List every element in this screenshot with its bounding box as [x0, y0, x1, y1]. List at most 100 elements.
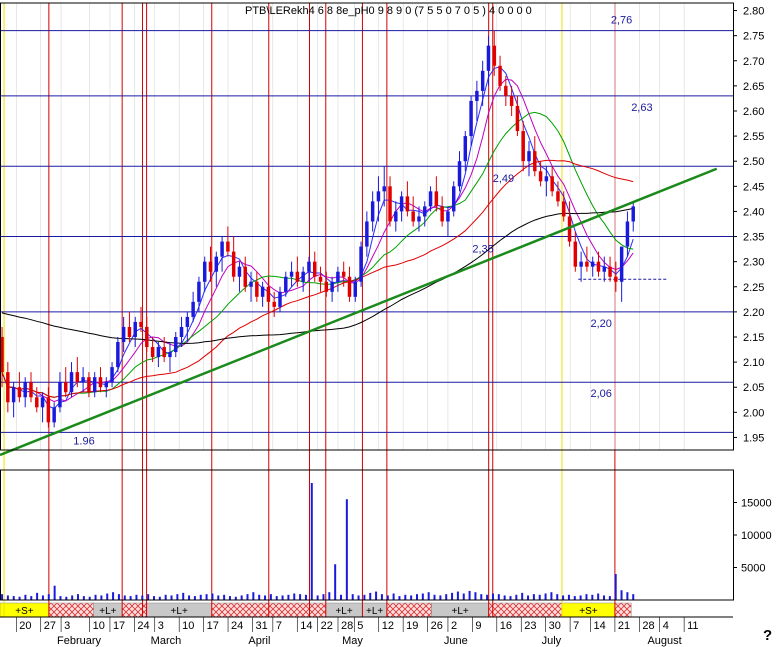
x-tick-label: 26 [431, 620, 443, 632]
price-tick-label: 2.65 [743, 81, 764, 93]
candle-body [6, 372, 10, 403]
month-label: July [542, 635, 562, 647]
candle-body [556, 191, 560, 202]
candle-body [504, 85, 508, 96]
candle-body [127, 326, 132, 337]
candle-body [492, 45, 496, 66]
signal-band [48, 602, 94, 618]
candle-body [330, 281, 334, 292]
trendline-level-label: 1.96 [73, 435, 94, 447]
candle-body [249, 281, 253, 287]
candle-body [602, 266, 607, 272]
month-label: August [647, 635, 681, 647]
candle-body [214, 256, 219, 272]
candle-body [17, 387, 22, 398]
candle-body [162, 347, 166, 358]
candle-body [399, 196, 404, 212]
candle-body [469, 100, 473, 137]
signal-band-label: +S+ [15, 606, 34, 617]
candle-body [272, 301, 276, 307]
candle-body [150, 347, 155, 358]
signal-band-label: +S+ [579, 606, 598, 617]
x-tick-label: 4 [663, 620, 669, 632]
help-question-mark[interactable]: ? [763, 627, 772, 644]
candle-body [87, 377, 91, 393]
x-tick-label: 24 [137, 620, 149, 632]
axes: 2.80 2.75 2.70 2.65 2.60 2.55 2.50 2.45 2.40 2.35… [0, 2, 772, 647]
candle-body [394, 211, 398, 222]
signal-band-label: +L+ [171, 606, 188, 617]
candle-body [121, 326, 126, 343]
candle-body [475, 90, 479, 101]
x-tick-label: 7 [573, 620, 579, 632]
volume-tick-label: 15000 [741, 498, 772, 510]
candle-body [266, 286, 271, 302]
x-tick-label: 30 [549, 620, 561, 632]
candle-body [174, 336, 178, 353]
signal-band-label: +L+ [452, 606, 469, 617]
price-tick-label: 1.95 [743, 432, 764, 444]
x-tick-label: 2 [451, 620, 457, 632]
candle-body [23, 382, 27, 398]
candle-body [515, 105, 520, 132]
candle-body [417, 216, 421, 222]
x-tick-label: 12 [382, 620, 394, 632]
candle-body [498, 65, 502, 86]
price-tick-label: 2.00 [743, 407, 764, 419]
candle-body [289, 271, 294, 277]
candle-body [405, 196, 410, 212]
x-tick-label: 27 [44, 620, 56, 632]
candle-body [440, 206, 444, 222]
x-tick-label: 28 [642, 620, 654, 632]
candle-body [480, 70, 485, 91]
candle-body [278, 291, 282, 307]
candle-body [562, 201, 566, 217]
candle-body [75, 372, 80, 383]
signal-band-label: +L+ [99, 606, 116, 617]
level-label: 2,35 [472, 244, 493, 256]
level-label: 2,49 [493, 173, 514, 185]
x-tick-label: 19 [406, 620, 418, 632]
level-label: 2,20 [590, 318, 611, 330]
candle-body [376, 191, 381, 202]
candle-body [446, 211, 450, 222]
candle-body [538, 171, 543, 182]
x-tick-label: 23 [524, 620, 536, 632]
candle-body [156, 347, 161, 358]
candle-body [295, 271, 300, 282]
price-tick-label: 2.25 [743, 282, 764, 294]
x-tick-label: 20 [19, 620, 31, 632]
candle-body [40, 397, 45, 408]
vertical-marker-lines [3, 3, 685, 617]
candle-body [197, 281, 201, 302]
candle-body [457, 161, 462, 187]
price-tick-label: 2.55 [743, 131, 764, 143]
price-tick-label: 2.80 [743, 6, 764, 18]
x-tick-label: 31 [255, 620, 267, 632]
month-label: February [57, 635, 102, 647]
x-tick-label: 28 [341, 620, 353, 632]
x-tick-label: 10 [93, 620, 105, 632]
signal-band-label: +L+ [335, 606, 352, 617]
candle-body [133, 321, 137, 337]
candle-body [388, 186, 392, 222]
candle-body [631, 206, 635, 222]
candle-body [110, 367, 114, 383]
level-label: 2,76 [611, 15, 632, 27]
x-tick-label: 7 [276, 620, 282, 632]
candle-body [521, 131, 525, 162]
candle-body [324, 281, 329, 292]
candle-body [98, 377, 103, 388]
month-label: June [444, 635, 468, 647]
candle-body [58, 382, 62, 408]
x-tick-label: 24 [231, 620, 243, 632]
candle-body [614, 276, 618, 282]
candle-body [318, 276, 323, 282]
candle-body [347, 276, 352, 297]
chart-title: PTB\LERekh4 6 8 8e_pH0 9 8 9 0 (7 5 5 0 … [245, 5, 532, 17]
signal-band [488, 602, 563, 618]
candle-body [585, 261, 589, 267]
volume-tick-label: 5000 [741, 563, 765, 575]
candle-body [63, 382, 68, 393]
signal-bands: +S+ +L+ +L+ +L+ +L+ +L+ +S+ [0, 602, 632, 618]
